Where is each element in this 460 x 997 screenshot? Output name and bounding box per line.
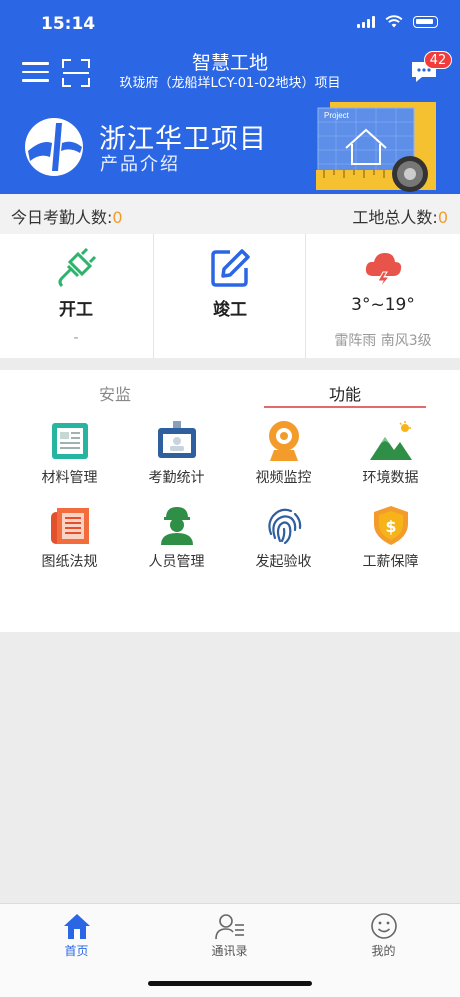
plug-icon xyxy=(58,248,96,288)
today-attendance-label: 今日考勤人数: xyxy=(11,208,113,227)
blueprint-icon xyxy=(50,508,89,544)
temperature-range: 3°~19° xyxy=(351,295,415,315)
grid-label: 人员管理 xyxy=(148,554,205,570)
today-attendance: 今日考勤人数:0 xyxy=(11,204,123,228)
signal-icon xyxy=(357,15,375,28)
page-title: 智慧工地 xyxy=(191,52,268,74)
today-attendance-value: 0 xyxy=(112,208,123,227)
site-total-value: 0 xyxy=(437,208,448,227)
function-panel: 安监 功能 材料管理 考勤统计 视频监控 环境数据 图纸法规 人员管理 发起验收… xyxy=(0,370,460,632)
status-time: 15:14 xyxy=(41,14,96,34)
app-header: 15:14 智慧工地 玖珑府（龙船垟LCY-01-02地块）项目 42 xyxy=(0,0,460,98)
nav-contacts[interactable]: 通讯录 xyxy=(153,912,306,959)
tab-functions[interactable]: 功能 xyxy=(230,381,460,405)
status-icons xyxy=(357,15,438,28)
start-work-label: 开工 xyxy=(59,300,93,320)
smiley-icon xyxy=(370,913,397,939)
nav-home[interactable]: 首页 xyxy=(0,912,153,959)
grid-item-material[interactable]: 材料管理 xyxy=(12,420,127,487)
grid-label: 考勤统计 xyxy=(148,470,205,486)
attendance-stats: 今日考勤人数:0 工地总人数:0 xyxy=(0,194,460,234)
start-work-cell[interactable]: 开工 - xyxy=(0,234,152,358)
edit-icon xyxy=(211,249,250,287)
completion-cell[interactable]: 竣工 xyxy=(154,234,306,358)
grid-item-environment[interactable]: 环境数据 xyxy=(333,420,448,487)
grid-item-attendance[interactable]: 考勤统计 xyxy=(119,420,234,487)
document-board-icon xyxy=(51,423,88,459)
completion-label: 竣工 xyxy=(213,300,247,320)
banner-subtitle: 产品介绍 xyxy=(100,154,180,175)
nav-home-label: 首页 xyxy=(64,944,89,958)
grid-label: 环境数据 xyxy=(362,470,419,486)
product-banner[interactable]: 浙江华卫项目 产品介绍 Project xyxy=(0,98,460,194)
company-logo-icon xyxy=(25,118,83,176)
id-badge-icon xyxy=(157,421,196,458)
grid-label: 图纸法规 xyxy=(41,554,98,570)
mountain-sun-icon xyxy=(369,421,412,460)
home-icon xyxy=(63,914,90,939)
project-subtitle[interactable]: 玖珑府（龙船垟LCY-01-02地块）项目 xyxy=(0,72,460,91)
fingerprint-icon xyxy=(267,508,301,545)
grid-item-drawings[interactable]: 图纸法规 xyxy=(12,504,127,571)
salary-shield-icon: $ xyxy=(373,506,408,545)
weather-description: 雷阵雨 南风3级 xyxy=(334,333,432,349)
thunderstorm-icon xyxy=(365,253,402,288)
message-badge: 42 xyxy=(424,51,452,69)
nav-profile-label: 我的 xyxy=(371,944,396,958)
webcam-icon xyxy=(268,421,299,461)
home-indicator xyxy=(148,981,312,986)
grid-item-salary[interactable]: $ 工薪保障 xyxy=(333,504,448,571)
grid-item-acceptance[interactable]: 发起验收 xyxy=(226,504,341,571)
start-work-date: - xyxy=(73,330,79,346)
grid-item-personnel[interactable]: 人员管理 xyxy=(119,504,234,571)
site-total-label: 工地总人数: xyxy=(352,208,438,227)
svg-text:$: $ xyxy=(385,517,396,536)
project-status-row: 开工 - 竣工 3°~19° 雷阵雨 南风3级 xyxy=(0,234,460,358)
battery-icon xyxy=(413,15,438,28)
site-total: 工地总人数:0 xyxy=(352,204,448,228)
banner-art-text: Project xyxy=(324,111,350,120)
grid-label: 工薪保障 xyxy=(362,554,419,570)
active-tab-indicator xyxy=(264,406,426,408)
weather-cell[interactable]: 3°~19° 雷阵雨 南风3级 xyxy=(306,234,460,358)
blueprint-art-icon: Project xyxy=(316,102,436,192)
grid-item-video[interactable]: 视频监控 xyxy=(226,420,341,487)
grid-label: 材料管理 xyxy=(41,470,98,486)
contacts-icon xyxy=(214,914,244,940)
wifi-icon xyxy=(385,15,403,28)
nav-profile[interactable]: 我的 xyxy=(307,912,460,959)
grid-label: 发起验收 xyxy=(255,554,312,570)
tab-safety[interactable]: 安监 xyxy=(0,381,230,405)
grid-label: 视频监控 xyxy=(255,470,312,486)
worker-helmet-icon xyxy=(160,507,193,545)
nav-contacts-label: 通讯录 xyxy=(211,944,248,958)
